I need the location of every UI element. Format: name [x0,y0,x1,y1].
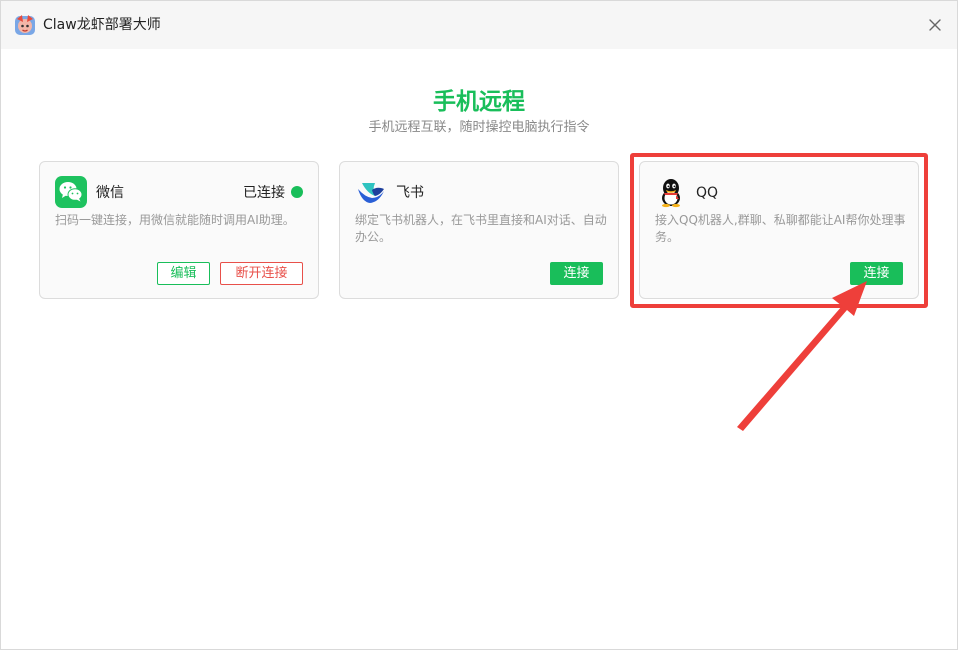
card-name: 微信 [96,185,124,201]
connection-status: 已连接 [243,185,285,201]
card-name: QQ [696,185,719,201]
card-description: 接入QQ机器人,群聊、私聊都能让AI帮你处理事务。 [655,213,906,244]
card-description: 绑定飞书机器人，在飞书里直接和AI对话、自动办公。 [355,213,607,244]
title-bar: Claw龙虾部署大师 [1,1,957,49]
edit-button[interactable]: 编辑 [157,262,210,285]
wechat-card: 微信 已连接 扫码一键连接，用微信就能随时调用AI助理。 编辑 断开连接 [39,161,319,299]
status-dot [291,186,303,198]
disconnect-button[interactable]: 断开连接 [220,262,303,285]
app-window: Claw龙虾部署大师 手机远程 手机远程互联，随时操控电脑执行指令 微信 已连接… [0,0,958,650]
card-name: 飞书 [396,185,424,201]
feishu-card: 飞书 绑定飞书机器人，在飞书里直接和AI对话、自动办公。 连接 [339,161,619,299]
close-icon[interactable] [925,15,945,35]
page-subtitle: 手机远程互联，随时操控电脑执行指令 [368,120,590,135]
card-description: 扫码一键连接，用微信就能随时调用AI助理。 [55,213,295,227]
app-title: Claw龙虾部署大师 [43,17,161,33]
feishu-icon [358,183,384,203]
connect-button[interactable]: 连接 [550,262,603,285]
app-logo-icon [15,15,35,35]
wechat-icon [55,176,87,208]
qq-icon [662,179,680,208]
connect-button[interactable]: 连接 [850,262,903,285]
page-title: 手机远程 [433,89,525,115]
qq-card: QQ 接入QQ机器人,群聊、私聊都能让AI帮你处理事务。 连接 [639,161,919,299]
